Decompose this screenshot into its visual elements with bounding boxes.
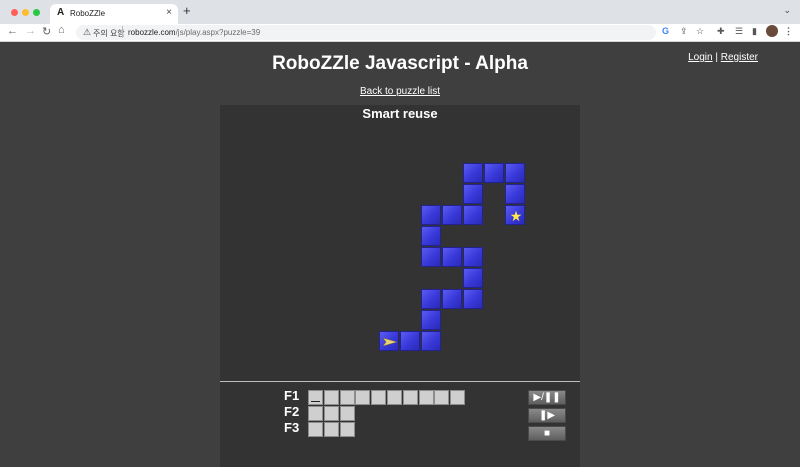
browser-menu-icon[interactable]: ⋮ [784, 26, 793, 37]
security-warning-icon[interactable]: ⚠ [83, 27, 91, 38]
back-arrow-icon[interactable]: ← [7, 25, 18, 37]
program-slot-f1[interactable] [339, 390, 355, 405]
board-tile [400, 331, 420, 351]
board-divider [220, 381, 580, 382]
board-tile [421, 226, 441, 246]
program-slot-f3[interactable] [339, 422, 355, 437]
side-panel-icon[interactable]: ▮ [752, 26, 757, 37]
robot-arrow-icon [383, 338, 397, 346]
board-tile [421, 247, 441, 267]
url-domain: robozzle.com [128, 28, 176, 37]
program-slot-f1[interactable] [418, 390, 434, 405]
security-status-text[interactable]: 주의 요함 [93, 28, 125, 39]
reload-icon[interactable]: ↻ [42, 25, 51, 38]
tab-title: RoboZZle [70, 9, 106, 18]
program-slot-f1[interactable] [308, 390, 323, 405]
board-tile [421, 289, 441, 309]
maximize-window-button[interactable] [33, 9, 40, 16]
program-slot-f3[interactable] [323, 422, 339, 437]
url-path: /js/play.aspx?puzzle=39 [175, 28, 261, 37]
program-slot-f1[interactable] [434, 390, 450, 405]
home-icon[interactable]: ⌂ [58, 24, 65, 36]
back-to-puzzle-list-link[interactable]: Back to puzzle list [0, 86, 800, 97]
program-slot-f1[interactable] [450, 390, 466, 405]
register-link[interactable]: Register [721, 52, 758, 63]
puzzle-board: ★ [220, 105, 580, 381]
board-tile [442, 247, 462, 267]
forward-arrow-icon[interactable]: → [25, 25, 36, 37]
play-pause-button[interactable]: ▶/❚❚ [528, 390, 566, 405]
board-tile [484, 163, 504, 183]
program-slot-f2[interactable] [308, 406, 323, 421]
board-tile [463, 289, 483, 309]
robozzle-favicon-icon: A [57, 7, 65, 18]
close-window-button[interactable] [11, 9, 18, 16]
program-slot-f1[interactable] [402, 390, 418, 405]
stop-button[interactable]: ■ [528, 426, 566, 441]
auth-links: Login | Register [688, 52, 758, 63]
google-icon[interactable]: G [662, 26, 669, 36]
minimize-window-button[interactable] [22, 9, 29, 16]
board-tile [505, 163, 525, 183]
program-slot-f1[interactable] [323, 390, 339, 405]
browser-tab[interactable]: A RoboZZle × [50, 4, 178, 24]
program-slot-f3[interactable] [308, 422, 323, 437]
board-tile [463, 205, 483, 225]
step-button[interactable]: ❚▶ [528, 408, 566, 423]
browser-tab-strip: A RoboZZle × + ⌄ [0, 0, 800, 24]
program-slot-f1[interactable] [355, 390, 371, 405]
url-text[interactable]: robozzle.com/js/play.aspx?puzzle=39 [128, 28, 260, 37]
share-icon[interactable]: ⇪ [680, 26, 688, 37]
new-tab-button[interactable]: + [183, 3, 191, 18]
board-tile [442, 205, 462, 225]
program-slot-f2[interactable] [339, 406, 355, 421]
function-label-f2: F2 [284, 404, 300, 419]
board-tile [421, 331, 441, 351]
address-bar[interactable]: ⚠ 주의 요함 robozzle.com/js/play.aspx?puzzle… [76, 25, 656, 40]
board-tile [379, 331, 399, 351]
board-tile [463, 268, 483, 288]
program-slot-f1[interactable] [387, 390, 402, 405]
board-tile [421, 310, 441, 330]
profile-avatar[interactable] [766, 25, 778, 37]
reading-list-icon[interactable]: ☰ [735, 26, 743, 37]
tab-close-icon[interactable]: × [166, 7, 172, 18]
board-tile [463, 247, 483, 267]
board-tile [421, 205, 441, 225]
extensions-icon[interactable]: ✚ [717, 26, 725, 37]
program-slot-f2[interactable] [323, 406, 339, 421]
board-tile [442, 289, 462, 309]
function-label-f1: F1 [284, 388, 300, 403]
browser-toolbar: ← → ↻ ⌂ ⚠ 주의 요함 robozzle.com/js/play.asp… [0, 24, 800, 42]
login-link[interactable]: Login [688, 52, 712, 63]
board-tile: ★ [505, 205, 525, 225]
puzzle-panel: Smart reuse ★ ▶/❚❚ ❚▶ ■ F1 F2 F3 [220, 105, 580, 467]
auth-separator: | [715, 52, 718, 63]
address-divider [122, 26, 123, 38]
board-tile [463, 163, 483, 183]
page-title: RoboZZle Javascript - Alpha [272, 53, 528, 74]
tab-search-chevron-icon[interactable]: ⌄ [783, 5, 791, 16]
board-tile [505, 184, 525, 204]
function-label-f3: F3 [284, 420, 300, 435]
bookmark-star-icon[interactable]: ☆ [696, 26, 704, 37]
program-slot-f1[interactable] [371, 390, 387, 405]
star-icon: ★ [509, 208, 523, 224]
board-tile [463, 184, 483, 204]
